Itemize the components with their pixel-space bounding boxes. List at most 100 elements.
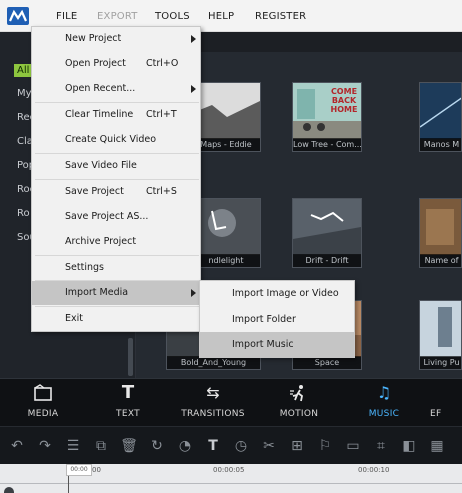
playhead-time[interactable]: 00:00 — [66, 464, 92, 476]
import-media-submenu: Import Image or Video Import Folder Impo… — [199, 280, 355, 358]
clock-icon[interactable]: ◷ — [232, 437, 250, 455]
menu-item-label: Create Quick Video — [65, 134, 157, 145]
adjust-icon[interactable]: ☰ — [64, 437, 82, 455]
library-item[interactable]: Drift - Drift — [292, 198, 362, 268]
motion-tool-icon[interactable]: ⚐ — [316, 437, 334, 455]
menu-item-label: Open Project — [65, 58, 126, 69]
tool-tabs: MEDIA T TEXT ⇆ TRANSITIONS MOTION ♫ MUSI… — [0, 378, 462, 426]
library-item[interactable]: ndlelight — [191, 198, 261, 268]
text-icon: T — [121, 382, 135, 403]
menu-item-settings[interactable]: Settings — [32, 256, 200, 280]
tab-media[interactable]: MEDIA — [3, 379, 83, 427]
menu-item-archive-project[interactable]: Archive Project — [32, 230, 200, 254]
menu-item-create-quick-video[interactable]: Create Quick Video — [32, 128, 200, 152]
submenu-arrow-icon — [191, 289, 196, 297]
menu-item-label: New Project — [65, 33, 122, 44]
overlay-icon[interactable]: ◧ — [400, 437, 418, 455]
menu-export[interactable]: EXPORT — [97, 11, 138, 22]
menu-tools[interactable]: TOOLS — [155, 11, 190, 22]
menu-item-label: Settings — [65, 262, 104, 273]
thumbnail-art — [420, 83, 461, 139]
library-item[interactable]: Maps - Eddie — [191, 82, 261, 152]
tab-transitions[interactable]: ⇆ TRANSITIONS — [173, 379, 253, 427]
library-item-caption: Name of — [420, 254, 461, 267]
submenu-item-label: Import Music — [232, 339, 294, 350]
timeline-tick-label: 00 — [92, 466, 101, 474]
rotate-icon[interactable]: ↻ — [148, 437, 166, 455]
submenu-arrow-icon — [191, 85, 196, 93]
zoom-knob[interactable] — [4, 487, 14, 493]
tab-label: MUSIC — [368, 409, 400, 419]
text-tool-icon[interactable]: T — [204, 437, 222, 455]
copy-icon[interactable]: ⧉ — [92, 437, 110, 455]
timeline-ruler — [0, 478, 462, 484]
submenu-item-import-folder[interactable]: Import Folder — [200, 307, 354, 333]
delete-icon[interactable]: 🗑 — [120, 437, 138, 455]
scissors-icon[interactable]: ✂ — [260, 437, 278, 455]
menu-item-label: Save Project AS... — [65, 211, 149, 222]
tab-label: TEXT — [116, 409, 140, 419]
sidebar-scrollbar[interactable] — [128, 338, 133, 376]
category-all[interactable]: All — [14, 64, 33, 77]
library-item-caption: Manos M — [420, 138, 461, 151]
timeline-tick-label: 00:00:05 — [213, 466, 245, 474]
tab-label: MOTION — [279, 409, 319, 419]
crop-icon[interactable]: ⌗ — [372, 437, 390, 455]
category-ro[interactable]: Ro — [17, 208, 30, 219]
menu-item-open-project[interactable]: Open Project Ctrl+O — [32, 52, 200, 76]
library-item[interactable]: Name of — [419, 198, 462, 268]
tab-music[interactable]: ♫ MUSIC — [344, 379, 424, 427]
split-icon[interactable]: ⊞ — [288, 437, 306, 455]
menu-item-save-video-file[interactable]: Save Video File — [32, 154, 200, 178]
library-item[interactable]: Manos M — [419, 82, 462, 152]
library-item-caption: Drift - Drift — [293, 254, 361, 267]
tab-text[interactable]: T TEXT — [88, 379, 168, 427]
submenu-arrow-icon — [191, 35, 196, 43]
tab-label: TRANSITIONS — [181, 409, 245, 419]
thumbnail-art — [420, 301, 461, 357]
effects-icon: · — [458, 384, 462, 402]
submenu-item-label: Import Folder — [232, 314, 296, 325]
grid-icon[interactable]: ▦ — [428, 437, 446, 455]
menu-item-clear-timeline[interactable]: Clear Timeline Ctrl+T — [32, 103, 200, 127]
tab-label: EF — [430, 409, 442, 419]
menu-item-save-project[interactable]: Save Project Ctrl+S — [32, 180, 200, 204]
timeline-tick-label: 00:00:10 — [358, 466, 390, 474]
music-icon: ♫ — [376, 383, 392, 402]
menu-register[interactable]: REGISTER — [255, 11, 306, 22]
menu-item-label: Clear Timeline — [65, 109, 134, 120]
thumbnail-art — [293, 199, 361, 255]
menu-help[interactable]: HELP — [208, 11, 234, 22]
menu-item-exit[interactable]: Exit — [32, 307, 200, 331]
submenu-item-import-music[interactable]: Import Music — [200, 332, 354, 358]
edit-toolbar: ↶ ↷ ☰ ⧉ 🗑 ↻ ◔ T ◷ ✂ ⊞ ⚐ ▭ ⌗ ◧ ▦ — [0, 426, 462, 464]
poster-line: COME — [330, 87, 358, 96]
undo-icon[interactable]: ↶ — [8, 437, 26, 455]
library-item[interactable]: Living Pu — [419, 300, 462, 370]
timeline[interactable]: 00 00:00:05 00:00:10 00:00 — [0, 464, 462, 493]
menu-item-import-media[interactable]: Import Media — [32, 281, 200, 305]
playhead-line — [68, 476, 69, 493]
app-logo-icon — [7, 7, 29, 25]
library-item[interactable]: COME BACK HOME Low Tree - Com... — [292, 82, 362, 152]
speed-icon[interactable]: ◔ — [176, 437, 194, 455]
menu-file[interactable]: FILE — [56, 11, 77, 22]
category-my[interactable]: My — [17, 88, 32, 99]
media-icon — [33, 384, 53, 402]
library-item-caption: Low Tree - Com... — [293, 138, 361, 151]
file-menu: New Project Open Project Ctrl+O Open Rec… — [31, 26, 201, 332]
tab-motion[interactable]: MOTION — [259, 379, 339, 427]
menu-item-shortcut: Ctrl+S — [146, 186, 177, 197]
menu-item-shortcut: Ctrl+O — [146, 58, 179, 69]
menu-item-label: Save Project — [65, 186, 124, 197]
poster-line: BACK — [331, 96, 357, 105]
screen-icon[interactable]: ▭ — [344, 437, 362, 455]
menu-item-new-project[interactable]: New Project — [32, 27, 200, 51]
library-item-caption: Living Pu — [420, 356, 461, 369]
menu-item-save-project-as[interactable]: Save Project AS... — [32, 205, 200, 229]
poster-text: COME BACK HOME — [327, 87, 361, 114]
tab-effects[interactable]: · EF — [420, 379, 462, 427]
redo-icon[interactable]: ↷ — [36, 437, 54, 455]
submenu-item-import-image-or-video[interactable]: Import Image or Video — [200, 281, 354, 307]
menu-item-open-recent[interactable]: Open Recent... — [32, 77, 200, 101]
